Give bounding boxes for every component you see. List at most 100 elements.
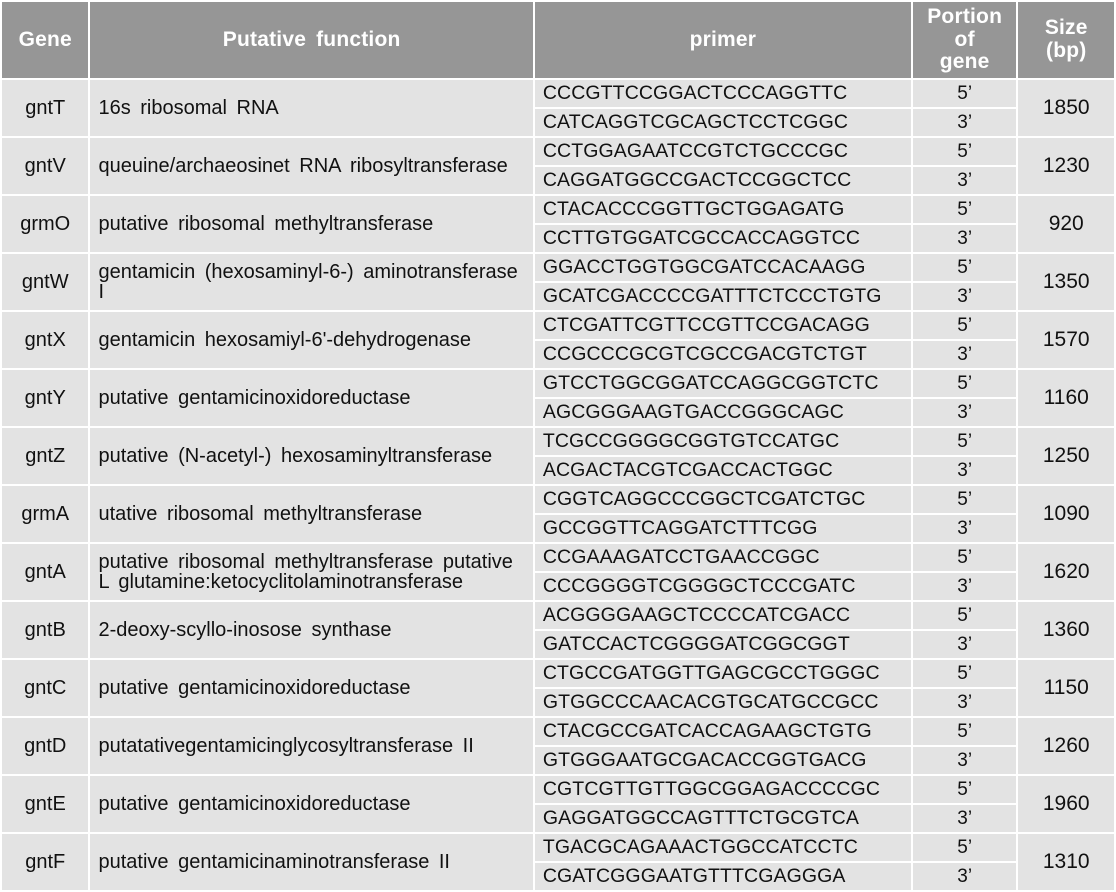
- cell-primer-3-prime: CGATCGGGAATGTTTCGAGGGA: [534, 863, 911, 891]
- cell-putative-function: queuine/archaeosinet RNA ribosyltransfer…: [90, 138, 533, 195]
- column-header-putative-function: Putative function: [90, 2, 533, 79]
- table-row: grmO putative ribosomal methyltransferase…: [2, 196, 1114, 253]
- function-line: putative (N-acetyl-) hexosaminyltransfer…: [98, 444, 493, 467]
- function-line: 16s ribosomal RNA: [98, 96, 279, 119]
- cell-primer-5-prime: CTCGATTCGTTCCGTTCCGACAGG: [534, 312, 911, 340]
- cell-primer-3-prime: CCGCCCGCGTCGCCGACGTCTGT: [534, 341, 911, 369]
- cell-primer-3-prime: GATCCACTCGGGGATCGGCGGT: [534, 631, 911, 659]
- cell-putative-function: putative gentamicinoxidoreductase: [90, 370, 533, 427]
- table-row: gntV queuine/archaeosinet RNA ribosyltran…: [2, 138, 1114, 195]
- cell-primer-5-prime: ACGGGGAAGCTCCCCATCGACC: [534, 602, 911, 630]
- table-row: grmA utative ribosomal methyltransferase C…: [2, 486, 1114, 543]
- cell-primer-5-prime: GTCCTGGCGGATCCAGGCGGTCTC: [534, 370, 911, 398]
- cell-size-bp: 1360: [1018, 602, 1114, 659]
- function-line: putative gentamicinaminotransferase II: [98, 850, 450, 873]
- cell-size-bp: 1960: [1018, 776, 1114, 833]
- cell-primer-3-prime: CAGGATGGCCGACTCCGGCTCC: [534, 167, 911, 195]
- column-header-primer: primer: [534, 2, 911, 79]
- table-row: gntE putative gentamicinoxidoreductase CGT…: [2, 776, 1114, 833]
- cell-gene: gntD: [2, 718, 89, 775]
- cell-portion-3-prime: 3’: [912, 341, 1017, 369]
- cell-size-bp: 1570: [1018, 312, 1114, 369]
- cell-portion-3-prime: 3’: [912, 805, 1017, 833]
- cell-gene: gntX: [2, 312, 89, 369]
- cell-primer-5-prime: CTACACCCGGTTGCTGGAGATG: [534, 196, 911, 224]
- column-header-portion-of-gene: Portion of gene: [912, 2, 1017, 79]
- cell-portion-5-prime: 5’: [912, 602, 1017, 630]
- function-line: gentamicin hexosamiyl-6'-dehydrogenase: [98, 328, 471, 351]
- portion-header-line1: Portion of: [927, 5, 1003, 51]
- portion-header-line2: gene: [939, 50, 990, 74]
- cell-primer-3-prime: ACGACTACGTCGACCACTGGC: [534, 457, 911, 485]
- cell-portion-5-prime: 5’: [912, 660, 1017, 688]
- cell-gene: grmO: [2, 196, 89, 253]
- cell-portion-3-prime: 3’: [912, 167, 1017, 195]
- table-row: gntA putative ribosomal methyltransferase…: [2, 544, 1114, 601]
- cell-putative-function: putative ribosomal methyltransferase put…: [90, 544, 533, 601]
- function-line: queuine/archaeosinet RNA ribosyltransfer…: [98, 154, 508, 177]
- function-line: gentamicin (hexosaminyl-6-) aminotransfe…: [98, 260, 518, 283]
- cell-primer-5-prime: TCGCCGGGGCGGTGTCCATGC: [534, 428, 911, 456]
- cell-primer-5-prime: CTGCCGATGGTTGAGCGCCTGGGC: [534, 660, 911, 688]
- cell-size-bp: 1250: [1018, 428, 1114, 485]
- cell-primer-3-prime: CCCGGGGTCGGGGCTCCCGATC: [534, 573, 911, 601]
- cell-size-bp: 1260: [1018, 718, 1114, 775]
- cell-gene: grmA: [2, 486, 89, 543]
- cell-primer-3-prime: GCATCGACCCCGATTTCTCCCTGTG: [534, 283, 911, 311]
- cell-putative-function: 2-deoxy-scyllo-inosose synthase: [90, 602, 533, 659]
- cell-primer-5-prime: CCGAAAGATCCTGAACCGGC: [534, 544, 911, 572]
- cell-putative-function: putative ribosomal methyltransferase: [90, 196, 533, 253]
- header-row: Gene Putative function primer Portion of…: [2, 2, 1114, 79]
- cell-size-bp: 1090: [1018, 486, 1114, 543]
- cell-gene: gntE: [2, 776, 89, 833]
- table-row: gntY putative gentamicinoxidoreductase GTC…: [2, 370, 1114, 427]
- cell-portion-5-prime: 5’: [912, 776, 1017, 804]
- cell-gene: gntB: [2, 602, 89, 659]
- cell-gene: gntY: [2, 370, 89, 427]
- function-line: putative ribosomal methyltransferase put…: [98, 550, 513, 573]
- cell-putative-function: utative ribosomal methyltransferase: [90, 486, 533, 543]
- cell-putative-function: 16s ribosomal RNA: [90, 80, 533, 137]
- cell-portion-3-prime: 3’: [912, 457, 1017, 485]
- function-line: putatativegentamicinglycosyltransferase …: [98, 734, 474, 757]
- cell-portion-5-prime: 5’: [912, 196, 1017, 224]
- cell-primer-5-prime: GGACCTGGTGGCGATCCACAAGG: [534, 254, 911, 282]
- cell-portion-3-prime: 3’: [912, 631, 1017, 659]
- cell-portion-5-prime: 5’: [912, 428, 1017, 456]
- cell-portion-3-prime: 3’: [912, 863, 1017, 891]
- cell-gene: gntV: [2, 138, 89, 195]
- cell-portion-5-prime: 5’: [912, 80, 1017, 108]
- cell-putative-function: gentamicin (hexosaminyl-6-) aminotransfe…: [90, 254, 533, 311]
- cell-putative-function: putative gentamicinaminotransferase II: [90, 834, 533, 891]
- cell-portion-5-prime: 5’: [912, 486, 1017, 514]
- cell-portion-3-prime: 3’: [912, 747, 1017, 775]
- column-header-gene: Gene: [2, 2, 89, 79]
- cell-size-bp: 1850: [1018, 80, 1114, 137]
- function-line: 2-deoxy-scyllo-inosose synthase: [98, 618, 392, 641]
- cell-portion-5-prime: 5’: [912, 834, 1017, 862]
- table-row: gntF putative gentamicinaminotransferase …: [2, 834, 1114, 891]
- cell-portion-3-prime: 3’: [912, 689, 1017, 717]
- function-line: putative ribosomal methyltransferase: [98, 212, 434, 235]
- cell-portion-5-prime: 5’: [912, 312, 1017, 340]
- cell-size-bp: 1230: [1018, 138, 1114, 195]
- cell-primer-5-prime: CGGTCAGGCCCGGCTCGATCTGC: [534, 486, 911, 514]
- cell-portion-3-prime: 3’: [912, 225, 1017, 253]
- cell-primer-3-prime: GCCGGTTCAGGATCTTTCGG: [534, 515, 911, 543]
- function-line: putative gentamicinoxidoreductase: [98, 792, 411, 815]
- cell-portion-5-prime: 5’: [912, 254, 1017, 282]
- cell-primer-5-prime: CCTGGAGAATCCGTCTGCCCGC: [534, 138, 911, 166]
- cell-portion-3-prime: 3’: [912, 109, 1017, 137]
- cell-size-bp: 1150: [1018, 660, 1114, 717]
- table-row: gntZ putative (N-acetyl-) hexosaminyltran…: [2, 428, 1114, 485]
- cell-gene: gntF: [2, 834, 89, 891]
- cell-portion-5-prime: 5’: [912, 718, 1017, 746]
- primer-table: Gene Putative function primer Portion of…: [0, 0, 1116, 892]
- cell-primer-3-prime: GTGGGAATGCGACACCGGTGACG: [534, 747, 911, 775]
- cell-gene: gntA: [2, 544, 89, 601]
- table-row: gntB 2-deoxy-scyllo-inosose synthase ACGGG…: [2, 602, 1114, 659]
- table-row: gntX gentamicin hexosamiyl-6'-dehydrogena…: [2, 312, 1114, 369]
- function-line: putative gentamicinoxidoreductase: [98, 386, 411, 409]
- cell-portion-3-prime: 3’: [912, 283, 1017, 311]
- table-header: Gene Putative function primer Portion of…: [2, 2, 1114, 79]
